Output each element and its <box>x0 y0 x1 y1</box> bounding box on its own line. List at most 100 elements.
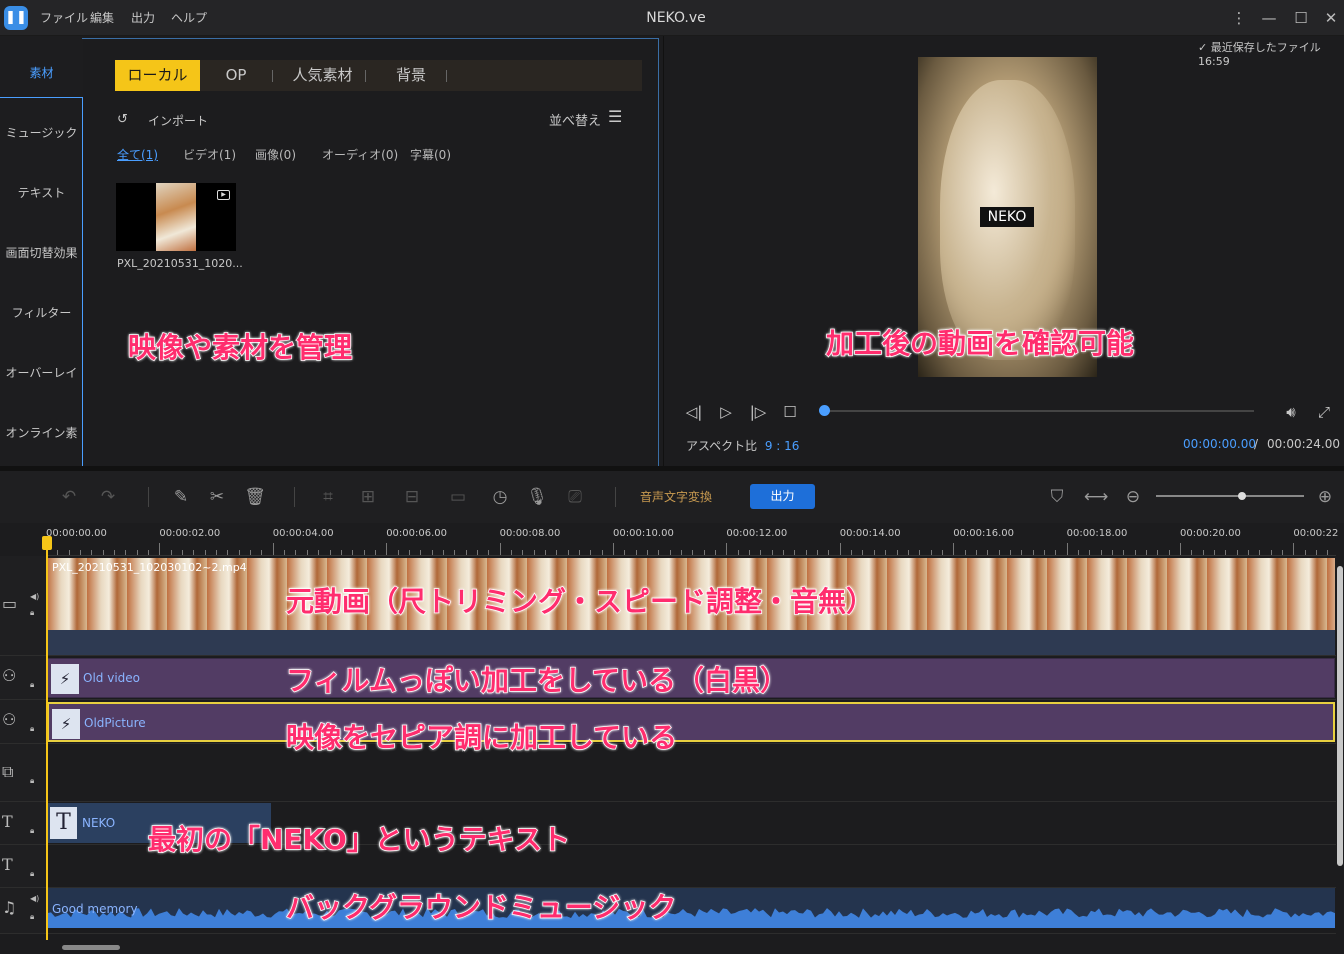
ruler-tick <box>737 550 739 555</box>
filter-all[interactable]: 全て(1) <box>117 146 158 163</box>
tab-local[interactable]: ローカル <box>115 60 200 91</box>
screen-record-icon[interactable]: ⎚ <box>563 485 587 509</box>
close-icon[interactable]: ✕ <box>1320 7 1342 29</box>
hscroll-thumb[interactable] <box>62 945 120 950</box>
tab-op[interactable]: OP <box>200 60 272 91</box>
minimize-icon[interactable]: — <box>1258 7 1280 29</box>
maximize-icon[interactable]: ☐ <box>1290 7 1312 29</box>
ruler-tick <box>159 543 161 555</box>
delete-icon[interactable]: 🗑︎ <box>243 485 267 509</box>
freeze-frame-icon[interactable]: ▭ <box>446 485 470 509</box>
menu-help[interactable]: ヘルプ <box>171 0 207 36</box>
zoom-in-icon[interactable]: ⊕ <box>1313 485 1337 509</box>
ruler-tick <box>1293 543 1295 555</box>
mosaic-icon[interactable]: ⊟ <box>400 485 424 509</box>
seek-handle[interactable] <box>819 405 830 416</box>
ruler-tick <box>749 550 751 555</box>
magic-wand-icon: ⚡ <box>52 709 80 739</box>
playhead-handle[interactable] <box>42 536 52 550</box>
menu-edit[interactable]: 編集 <box>90 0 114 36</box>
ruler-tick <box>726 543 728 555</box>
speed-icon[interactable]: ◷ <box>488 485 512 509</box>
aspect-ratio[interactable]: アスペクト比 9 : 16 <box>686 437 799 454</box>
ruler-tick <box>533 550 535 555</box>
nav-overlay[interactable]: オーバーレイ <box>0 343 83 403</box>
lock-icon[interactable]: 🔒︎ <box>30 912 34 922</box>
tab-background[interactable]: 背景 <box>373 60 449 91</box>
zoom-slider[interactable] <box>1156 495 1304 497</box>
undo-icon[interactable]: ↶ <box>57 485 81 509</box>
nav-online[interactable]: オンライン素材 <box>0 403 83 500</box>
ruler-tick <box>1168 550 1170 555</box>
ruler-tick <box>794 550 796 555</box>
timeline-hscrollbar[interactable] <box>46 940 1336 954</box>
fullscreen-icon[interactable]: ⤢ <box>1314 402 1334 422</box>
fx-clip-old-picture[interactable]: ⚡ OldPicture <box>47 702 1335 742</box>
sort-button[interactable]: 並べ替え <box>549 110 601 129</box>
redo-icon[interactable]: ↷ <box>96 485 120 509</box>
menu-file[interactable]: ファイル <box>40 0 88 36</box>
play-icon[interactable]: ▷ <box>716 402 736 422</box>
tab-separator <box>365 70 366 82</box>
fit-icon[interactable]: ⟷ <box>1084 485 1108 509</box>
filter-video[interactable]: ビデオ(1) <box>183 146 236 163</box>
ruler-tick <box>57 550 59 555</box>
prev-frame-icon[interactable]: ◁| <box>684 402 704 422</box>
lock-icon[interactable]: 🔒︎ <box>30 776 34 786</box>
menu-export[interactable]: 出力 <box>131 0 155 36</box>
ruler-label: 00:00:16.00 <box>953 528 1015 539</box>
nav-text[interactable]: テキスト <box>0 163 83 223</box>
lock-icon[interactable]: 🔒︎ <box>30 826 34 836</box>
time-total: 00:00:24.00 <box>1267 437 1340 451</box>
mute-icon[interactable]: ◀) <box>30 592 39 601</box>
tab-popular[interactable]: 人気素材 <box>280 60 365 91</box>
zoom-handle[interactable] <box>1237 492 1246 500</box>
aspect-value[interactable]: 9 : 16 <box>765 439 800 453</box>
ruler-tick <box>125 550 127 555</box>
split-icon[interactable]: ✂ <box>205 485 229 509</box>
ruler-tick <box>1077 550 1079 555</box>
stop-icon[interactable]: ☐ <box>780 402 800 422</box>
export-button[interactable]: 出力 <box>750 484 815 509</box>
video-badge-icon: ▶ <box>217 190 230 200</box>
lock-icon[interactable]: 🔒︎ <box>30 869 34 879</box>
filter-subtitle[interactable]: 字幕(0) <box>410 146 451 163</box>
marker-icon[interactable]: ⛉ <box>1045 485 1069 509</box>
ruler-tick <box>681 550 683 555</box>
lock-icon[interactable]: 🔒︎ <box>30 680 34 690</box>
filter-image[interactable]: 画像(0) <box>255 146 296 163</box>
nav-filters[interactable]: フィルター <box>0 283 83 343</box>
crop-icon[interactable]: ⌗ <box>316 485 340 509</box>
lock-icon[interactable]: 🔒︎ <box>30 724 34 734</box>
filter-audio[interactable]: オーディオ(0) <box>322 146 398 163</box>
mute-icon[interactable]: ◀) <box>30 894 39 903</box>
seek-bar[interactable] <box>824 410 1254 412</box>
ruler-tick <box>1089 550 1091 555</box>
playhead[interactable] <box>46 538 48 944</box>
zoom-out-icon[interactable]: ⊖ <box>1121 485 1145 509</box>
nav-media[interactable]: 素材 <box>0 43 83 103</box>
nav-music[interactable]: ミュージック <box>0 103 83 163</box>
ruler-tick <box>1021 550 1023 555</box>
edit-icon[interactable]: ✎ <box>169 485 193 509</box>
mic-icon[interactable]: 🎙︎ <box>525 485 549 509</box>
more-icon[interactable]: ⋮ <box>1228 7 1250 29</box>
zoom-crop-icon[interactable]: ⊞ <box>356 485 380 509</box>
sort-list-icon[interactable]: ☰ <box>608 107 622 126</box>
fx-clip-label: Old video <box>83 671 140 685</box>
next-frame-icon[interactable]: |▷ <box>748 402 768 422</box>
speech-to-text-button[interactable]: 音声文字変換 <box>640 485 712 509</box>
time-separator: / <box>1254 437 1259 451</box>
vscroll-thumb[interactable] <box>1337 566 1343 866</box>
volume-icon[interactable]: 🔊︎ <box>1281 402 1301 422</box>
ruler-label: 00:00:06.00 <box>386 528 448 539</box>
audio-clip[interactable] <box>47 888 1335 928</box>
ruler-label: 00:00:14.00 <box>839 528 901 539</box>
ruler-tick <box>1043 550 1045 555</box>
import-button[interactable]: インポート <box>148 112 208 129</box>
nav-transitions[interactable]: 画面切替効果 <box>0 223 83 283</box>
ruler-tick <box>578 550 580 555</box>
time-ruler[interactable]: 00:00:00.00 00:00:02.00 00:00:04.00 00:00:0… <box>46 523 1338 556</box>
import-icon[interactable]: ↺ <box>117 112 128 127</box>
lock-icon[interactable]: 🔒︎ <box>30 608 34 618</box>
